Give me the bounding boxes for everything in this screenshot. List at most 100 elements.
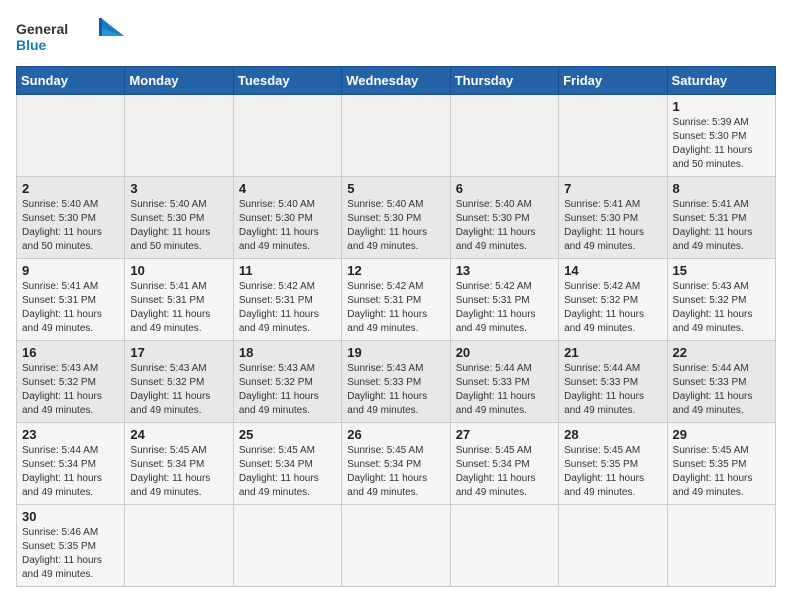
- day-number: 25: [239, 427, 336, 442]
- day-info: Sunrise: 5:43 AMSunset: 5:32 PMDaylight:…: [239, 362, 336, 418]
- day-number: 19: [347, 345, 444, 360]
- weekday-header-tuesday: Tuesday: [233, 67, 341, 95]
- day-number: 6: [456, 181, 553, 196]
- svg-text:General: General: [16, 21, 68, 37]
- calendar-cell: 21Sunrise: 5:44 AMSunset: 5:33 PMDayligh…: [559, 341, 667, 423]
- day-number: 18: [239, 345, 336, 360]
- day-number: 23: [22, 427, 119, 442]
- calendar-cell: [233, 95, 341, 177]
- calendar-cell: 29 Sunrise: 5:45 AMSunset: 5:35 PMDayligh…: [667, 423, 775, 505]
- day-info: Sunrise: 5:46 AMSunset: 5:35 PMDaylight:…: [22, 526, 119, 582]
- day-info: Sunrise: 5:41 AMSunset: 5:31 PMDaylight:…: [673, 198, 770, 254]
- calendar-cell: 23 Sunrise: 5:44 AMSunset: 5:34 PMDayligh…: [17, 423, 125, 505]
- weekday-header-thursday: Thursday: [450, 67, 558, 95]
- calendar-cell: 26 Sunrise: 5:45 AMSunset: 5:34 PMDayligh…: [342, 423, 450, 505]
- day-info: Sunrise: 5:44 AMSunset: 5:34 PMDaylight:…: [22, 444, 119, 500]
- calendar-cell: [233, 505, 341, 587]
- calendar-cell: 14Sunrise: 5:42 AMSunset: 5:32 PMDayligh…: [559, 259, 667, 341]
- calendar-cell: 9Sunrise: 5:41 AMSunset: 5:31 PMDaylight…: [17, 259, 125, 341]
- day-number: 10: [130, 263, 227, 278]
- day-number: 2: [22, 181, 119, 196]
- generalblue-logo: General Blue: [16, 16, 126, 56]
- day-info: Sunrise: 5:40 AMSunset: 5:30 PMDaylight:…: [130, 198, 227, 254]
- day-info: Sunrise: 5:43 AMSunset: 5:33 PMDaylight:…: [347, 362, 444, 418]
- calendar-week-row: 2 Sunrise: 5:40 AMSunset: 5:30 PMDaylight…: [17, 177, 776, 259]
- calendar-cell: 20 Sunrise: 5:44 AMSunset: 5:33 PMDayligh…: [450, 341, 558, 423]
- day-number: 8: [673, 181, 770, 196]
- calendar-cell: 2 Sunrise: 5:40 AMSunset: 5:30 PMDaylight…: [17, 177, 125, 259]
- day-number: 29: [673, 427, 770, 442]
- calendar-cell: 4Sunrise: 5:40 AMSunset: 5:30 PMDaylight…: [233, 177, 341, 259]
- day-info: Sunrise: 5:44 AMSunset: 5:33 PMDaylight:…: [456, 362, 553, 418]
- weekday-header-monday: Monday: [125, 67, 233, 95]
- calendar-cell: 18 Sunrise: 5:43 AMSunset: 5:32 PMDayligh…: [233, 341, 341, 423]
- day-number: 20: [456, 345, 553, 360]
- day-number: 5: [347, 181, 444, 196]
- calendar-cell: 27Sunrise: 5:45 AMSunset: 5:34 PMDayligh…: [450, 423, 558, 505]
- calendar-cell: 12 Sunrise: 5:42 AMSunset: 5:31 PMDayligh…: [342, 259, 450, 341]
- day-info: Sunrise: 5:42 AMSunset: 5:31 PMDaylight:…: [456, 280, 553, 336]
- day-number: 17: [130, 345, 227, 360]
- day-number: 27: [456, 427, 553, 442]
- calendar-cell: 30 Sunrise: 5:46 AMSunset: 5:35 PMDayligh…: [17, 505, 125, 587]
- calendar-cell: [559, 95, 667, 177]
- day-info: Sunrise: 5:41 AMSunset: 5:31 PMDaylight:…: [130, 280, 227, 336]
- calendar-cell: 16 Sunrise: 5:43 AMSunset: 5:32 PMDayligh…: [17, 341, 125, 423]
- calendar-week-row: 1Sunrise: 5:39 AMSunset: 5:30 PMDaylight…: [17, 95, 776, 177]
- day-number: 12: [347, 263, 444, 278]
- day-number: 28: [564, 427, 661, 442]
- day-number: 3: [130, 181, 227, 196]
- day-info: Sunrise: 5:43 AMSunset: 5:32 PMDaylight:…: [22, 362, 119, 418]
- calendar-cell: [342, 505, 450, 587]
- day-number: 4: [239, 181, 336, 196]
- day-info: Sunrise: 5:45 AMSunset: 5:34 PMDaylight:…: [239, 444, 336, 500]
- calendar-cell: 17 Sunrise: 5:43 AMSunset: 5:32 PMDayligh…: [125, 341, 233, 423]
- calendar-week-row: 9Sunrise: 5:41 AMSunset: 5:31 PMDaylight…: [17, 259, 776, 341]
- weekday-header-wednesday: Wednesday: [342, 67, 450, 95]
- calendar-cell: 10 Sunrise: 5:41 AMSunset: 5:31 PMDayligh…: [125, 259, 233, 341]
- calendar-cell: 6 Sunrise: 5:40 AMSunset: 5:30 PMDaylight…: [450, 177, 558, 259]
- weekday-header-sunday: Sunday: [17, 67, 125, 95]
- logo: General Blue: [16, 16, 126, 56]
- weekday-header-friday: Friday: [559, 67, 667, 95]
- day-info: Sunrise: 5:45 AMSunset: 5:35 PMDaylight:…: [673, 444, 770, 500]
- day-number: 30: [22, 509, 119, 524]
- calendar-cell: [17, 95, 125, 177]
- day-info: Sunrise: 5:43 AMSunset: 5:32 PMDaylight:…: [673, 280, 770, 336]
- calendar-cell: 24Sunrise: 5:45 AMSunset: 5:34 PMDayligh…: [125, 423, 233, 505]
- calendar-cell: 19 Sunrise: 5:43 AMSunset: 5:33 PMDayligh…: [342, 341, 450, 423]
- day-info: Sunrise: 5:42 AMSunset: 5:31 PMDaylight:…: [239, 280, 336, 336]
- calendar-cell: [559, 505, 667, 587]
- calendar-table: SundayMondayTuesdayWednesdayThursdayFrid…: [16, 66, 776, 587]
- day-info: Sunrise: 5:40 AMSunset: 5:30 PMDaylight:…: [22, 198, 119, 254]
- day-number: 13: [456, 263, 553, 278]
- svg-text:Blue: Blue: [16, 37, 47, 53]
- day-info: Sunrise: 5:41 AMSunset: 5:31 PMDaylight:…: [22, 280, 119, 336]
- calendar-week-row: 30 Sunrise: 5:46 AMSunset: 5:35 PMDayligh…: [17, 505, 776, 587]
- day-info: Sunrise: 5:43 AMSunset: 5:32 PMDaylight:…: [130, 362, 227, 418]
- day-number: 15: [673, 263, 770, 278]
- calendar-cell: 15 Sunrise: 5:43 AMSunset: 5:32 PMDayligh…: [667, 259, 775, 341]
- day-number: 14: [564, 263, 661, 278]
- calendar-cell: [342, 95, 450, 177]
- calendar-cell: 1Sunrise: 5:39 AMSunset: 5:30 PMDaylight…: [667, 95, 775, 177]
- day-number: 26: [347, 427, 444, 442]
- calendar-cell: 28 Sunrise: 5:45 AMSunset: 5:35 PMDayligh…: [559, 423, 667, 505]
- day-info: Sunrise: 5:40 AMSunset: 5:30 PMDaylight:…: [456, 198, 553, 254]
- day-number: 11: [239, 263, 336, 278]
- calendar-cell: [125, 95, 233, 177]
- day-number: 16: [22, 345, 119, 360]
- day-info: Sunrise: 5:45 AMSunset: 5:35 PMDaylight:…: [564, 444, 661, 500]
- calendar-cell: [667, 505, 775, 587]
- calendar-cell: [450, 95, 558, 177]
- calendar-cell: 7Sunrise: 5:41 AMSunset: 5:30 PMDaylight…: [559, 177, 667, 259]
- weekday-header-row: SundayMondayTuesdayWednesdayThursdayFrid…: [17, 67, 776, 95]
- day-info: Sunrise: 5:44 AMSunset: 5:33 PMDaylight:…: [564, 362, 661, 418]
- day-info: Sunrise: 5:39 AMSunset: 5:30 PMDaylight:…: [673, 116, 770, 172]
- calendar-cell: 13 Sunrise: 5:42 AMSunset: 5:31 PMDayligh…: [450, 259, 558, 341]
- calendar-cell: [450, 505, 558, 587]
- calendar-cell: 5Sunrise: 5:40 AMSunset: 5:30 PMDaylight…: [342, 177, 450, 259]
- weekday-header-saturday: Saturday: [667, 67, 775, 95]
- day-info: Sunrise: 5:42 AMSunset: 5:31 PMDaylight:…: [347, 280, 444, 336]
- day-info: Sunrise: 5:45 AMSunset: 5:34 PMDaylight:…: [347, 444, 444, 500]
